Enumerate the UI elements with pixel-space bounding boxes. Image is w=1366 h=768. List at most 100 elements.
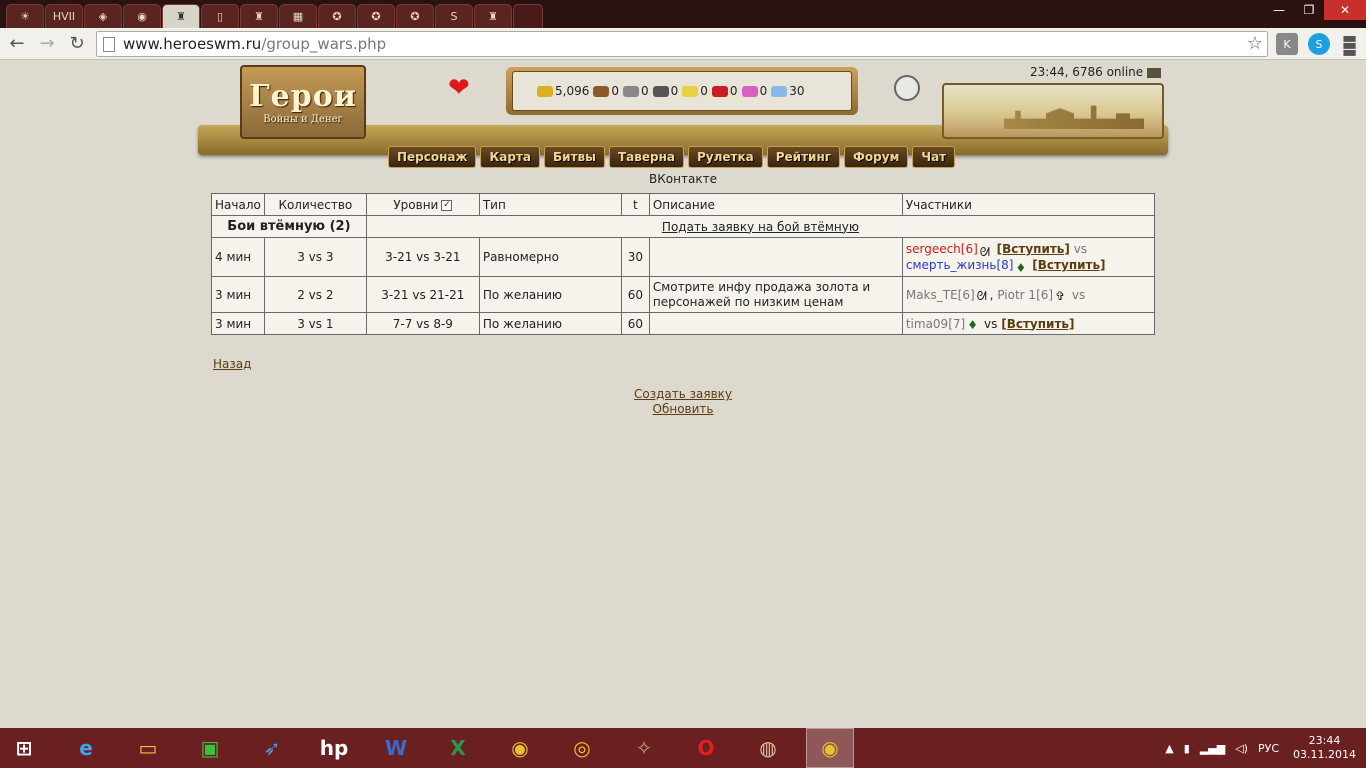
menu-item[interactable]: Битвы bbox=[544, 146, 605, 168]
bookmark-star-icon[interactable]: ☆ bbox=[1247, 33, 1263, 54]
player-link[interactable]: tima09 bbox=[906, 317, 948, 331]
join-button[interactable]: [Вступить] bbox=[997, 242, 1070, 256]
back-link[interactable]: Назад bbox=[213, 357, 251, 371]
player-link[interactable]: sergeech bbox=[906, 242, 961, 256]
refresh-link[interactable]: Обновить bbox=[0, 402, 1366, 417]
resource-counter[interactable]: 0 bbox=[652, 84, 678, 98]
minimize-icon[interactable]: — bbox=[1264, 0, 1294, 20]
create-request-link[interactable]: Создать заявку bbox=[0, 387, 1366, 402]
resource-counter[interactable]: 0 bbox=[711, 84, 738, 98]
chrome-active-icon[interactable]: ◉ bbox=[806, 728, 854, 768]
header-participants: Участники bbox=[901, 193, 1156, 216]
participants-cell: Maks_TE[6] ᘛ, Piotr 1[6] ✞ vs bbox=[901, 276, 1156, 313]
browser-tab-strip: ☀ HVII ◈ ◉ ♜ ▯ ♜ ▦ ✪ ✪ ✪ S ♜ bbox=[0, 0, 1366, 28]
menu-item[interactable]: Карта bbox=[480, 146, 541, 168]
menu-item[interactable]: Таверна bbox=[609, 146, 684, 168]
health-heart-icon[interactable]: ❤ bbox=[448, 73, 470, 103]
online-counter: 23:44, 6786 online bbox=[1030, 65, 1162, 79]
reload-icon[interactable]: ↻ bbox=[64, 31, 90, 57]
back-arrow-icon[interactable]: ← bbox=[4, 31, 30, 57]
player-link[interactable]: Piotr 1 bbox=[997, 288, 1036, 302]
resource-counter[interactable]: 5,096 bbox=[537, 84, 589, 98]
dragon-faction-icon: ᘛ bbox=[979, 244, 991, 259]
menu-item[interactable]: Рулетка bbox=[688, 146, 763, 168]
close-icon[interactable]: ✕ bbox=[1324, 0, 1366, 20]
join-button[interactable]: [Вступить] bbox=[1001, 317, 1074, 331]
header-levels: Уровни ✓ bbox=[365, 193, 480, 216]
restore-icon[interactable]: ❐ bbox=[1294, 0, 1324, 20]
table-header-row: Начало Количество Уровни ✓ Тип t Описание… bbox=[211, 193, 1156, 216]
actions-block: Создать заявку Обновить bbox=[0, 387, 1366, 417]
participants-cell: sergeech[6] ᘛ [Вступить] vs смерть_жизнь[… bbox=[901, 237, 1156, 277]
skype-icon[interactable]: S bbox=[1308, 33, 1330, 55]
vk-link[interactable]: ВКонтакте bbox=[0, 172, 1366, 186]
battery-icon[interactable]: ▮ bbox=[1184, 742, 1190, 755]
table-row: 4 мин 3 vs 3 3-21 vs 3-21 Равномерно 30 … bbox=[211, 237, 1156, 277]
browser-tab[interactable]: ◉ bbox=[123, 4, 161, 28]
rocket-app-icon[interactable]: ➶ bbox=[248, 728, 296, 768]
dark-battle-apply-link[interactable]: Подать заявку на бой втёмную bbox=[662, 220, 859, 234]
emblem-icon: ✪ bbox=[410, 10, 420, 23]
browser-tab[interactable]: ✪ bbox=[396, 4, 434, 28]
signal-icon[interactable]: ▂▄▆ bbox=[1200, 742, 1225, 755]
menu-item[interactable]: Рейтинг bbox=[766, 146, 841, 168]
opera-icon[interactable]: O bbox=[682, 728, 730, 768]
resource-counter[interactable]: 0 bbox=[682, 84, 708, 98]
resource-counter[interactable]: 0 bbox=[741, 84, 767, 98]
emblem-icon: ✪ bbox=[332, 10, 342, 23]
browser-tab[interactable]: HVII bbox=[45, 4, 83, 28]
browser-tab[interactable]: ✪ bbox=[318, 4, 356, 28]
url-path: /group_wars.php bbox=[261, 35, 387, 53]
browser-tab[interactable]: ♜ bbox=[240, 4, 278, 28]
sulfur-icon bbox=[682, 85, 699, 97]
resource-counter[interactable]: 0 bbox=[623, 84, 649, 98]
game-launcher-icon[interactable]: ✧ bbox=[620, 728, 668, 768]
tray-arrow-icon[interactable]: ▲ bbox=[1165, 742, 1173, 755]
clock[interactable]: 23:44 03.11.2014 bbox=[1293, 734, 1356, 762]
browser-tab[interactable]: ♜ bbox=[162, 4, 200, 28]
browser-tab[interactable]: ☀ bbox=[6, 4, 44, 28]
hp-icon[interactable]: hp bbox=[310, 728, 358, 768]
city-banner[interactable] bbox=[942, 83, 1164, 139]
resource-counter[interactable]: 0 bbox=[593, 84, 619, 98]
chrome-icon[interactable]: ◉ bbox=[496, 728, 544, 768]
browser-tab[interactable]: S bbox=[435, 4, 473, 28]
excel-icon[interactable]: X bbox=[434, 728, 482, 768]
levels-checkbox[interactable]: ✓ bbox=[441, 199, 453, 211]
potion-icon[interactable] bbox=[894, 75, 920, 101]
menu-item[interactable]: Персонаж bbox=[388, 146, 477, 168]
media-player-icon[interactable]: ◎ bbox=[558, 728, 606, 768]
browser-tab[interactable]: ▯ bbox=[201, 4, 239, 28]
hero-logo-icon: ♜ bbox=[176, 10, 186, 23]
resource-counter[interactable]: 30 bbox=[771, 84, 804, 98]
extension-k-icon[interactable]: K bbox=[1276, 33, 1298, 55]
internet-explorer-icon[interactable]: e bbox=[62, 728, 110, 768]
leaf-faction-icon: ♦ bbox=[1015, 260, 1027, 275]
forward-arrow-icon[interactable]: → bbox=[34, 31, 60, 57]
file-explorer-icon[interactable]: ▭ bbox=[124, 728, 172, 768]
browser-tab[interactable]: ▦ bbox=[279, 4, 317, 28]
browser-menu-icon[interactable]: ▬ ▬ ▬ bbox=[1342, 30, 1358, 60]
store-icon[interactable]: ▣ bbox=[186, 728, 234, 768]
s-logo-icon: S bbox=[450, 10, 458, 23]
browser-tab[interactable]: ✪ bbox=[357, 4, 395, 28]
player-link[interactable]: смерть_жизнь bbox=[906, 258, 997, 272]
new-tab-button[interactable] bbox=[513, 4, 543, 28]
language-indicator[interactable]: РУС bbox=[1258, 742, 1279, 755]
volume-icon[interactable]: ◁) bbox=[1235, 742, 1248, 755]
windows-start-icon[interactable]: ⊞ bbox=[0, 728, 48, 768]
leaf-faction-icon: ♦ bbox=[967, 318, 978, 332]
address-bar[interactable]: www.heroeswm.ru/group_wars.php ☆ bbox=[96, 31, 1268, 57]
section-title: Бои втёмную (2) bbox=[211, 215, 367, 238]
online-icon[interactable] bbox=[1147, 67, 1162, 78]
main-menu: Персонаж Карта Битвы Таверна Рулетка Рейтинг Ф… bbox=[388, 146, 959, 168]
player-link[interactable]: Maks_TE bbox=[906, 288, 958, 302]
browser-tab[interactable]: ◈ bbox=[84, 4, 122, 28]
join-button[interactable]: [Вступить] bbox=[1032, 258, 1105, 272]
menu-item[interactable]: Форум bbox=[844, 146, 909, 168]
menu-item[interactable]: Чат bbox=[912, 146, 956, 168]
disc-app-icon[interactable]: ◍ bbox=[744, 728, 792, 768]
game-logo[interactable]: Герои Войны и Денег bbox=[240, 65, 366, 139]
browser-tab[interactable]: ♜ bbox=[474, 4, 512, 28]
word-icon[interactable]: W bbox=[372, 728, 420, 768]
